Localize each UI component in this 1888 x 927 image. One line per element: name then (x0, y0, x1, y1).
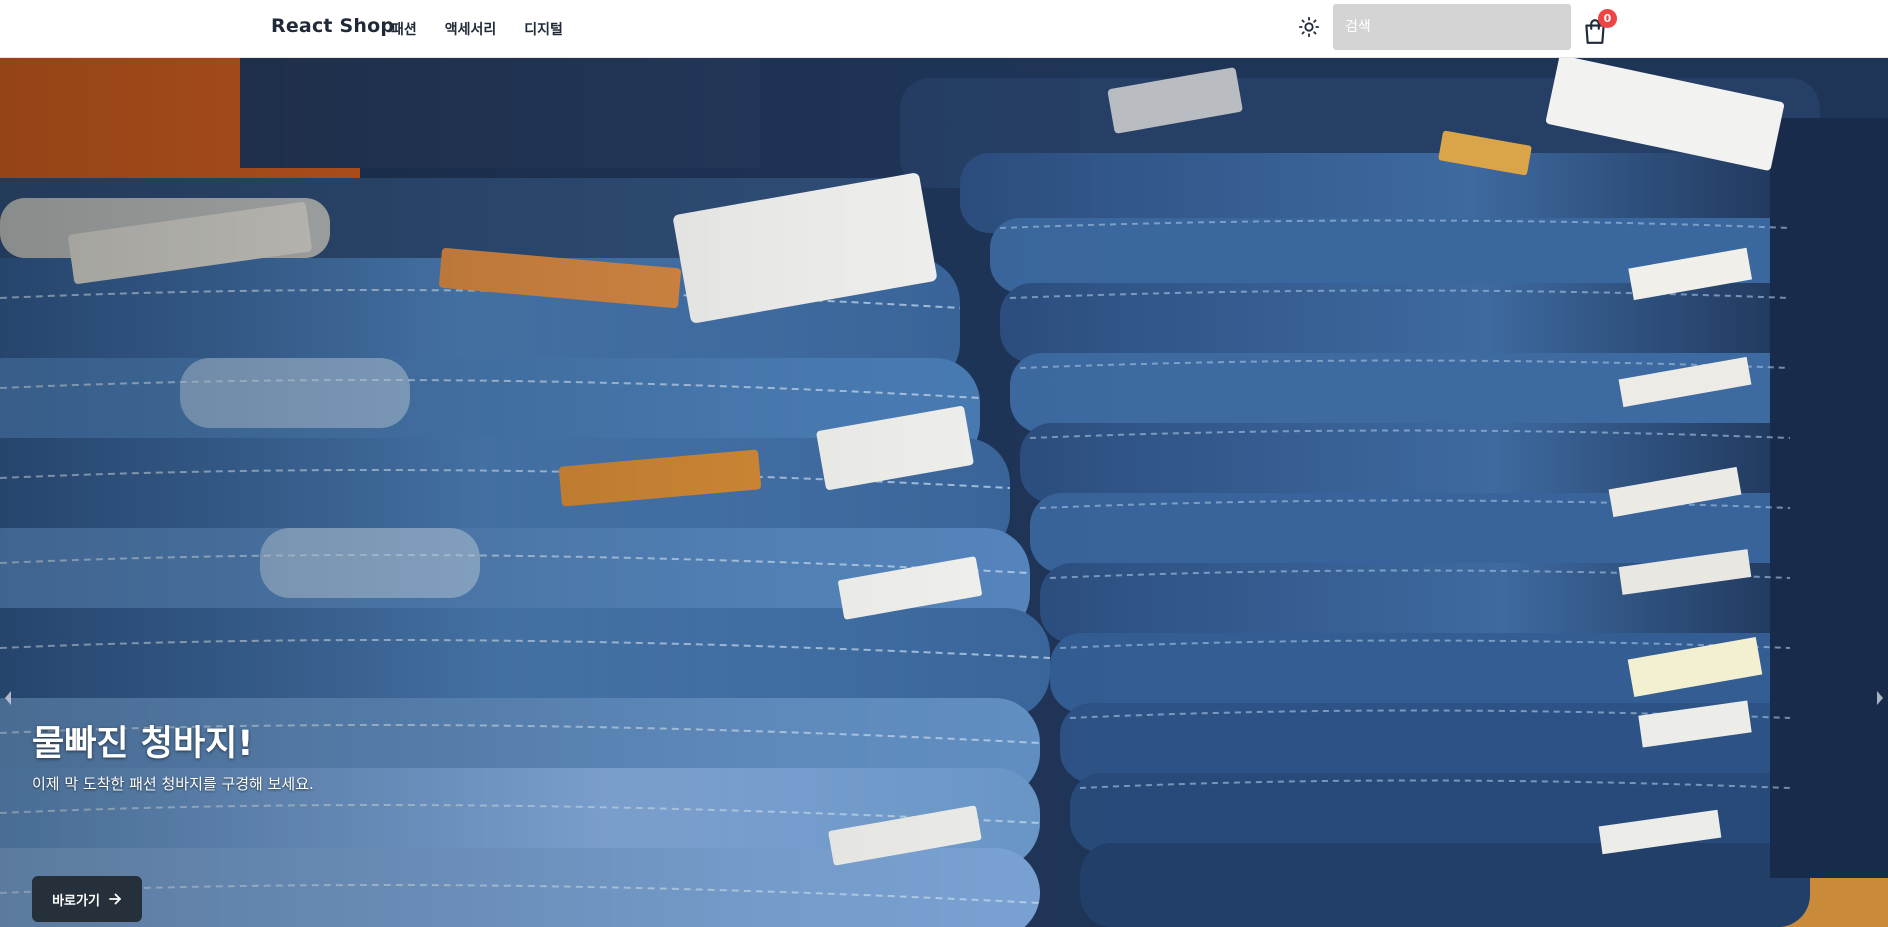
search-input[interactable] (1333, 4, 1571, 50)
nav-link-fashion[interactable]: 패션 (391, 19, 417, 39)
hero-subtitle: 이제 막 도착한 패션 청바지를 구경해 보세요. (32, 775, 314, 793)
hero-title: 물빠진 청바지! (32, 724, 254, 764)
shop-now-label: 바로가기 (52, 893, 100, 909)
cart-count-badge: 0 (1598, 9, 1617, 28)
shop-now-button[interactable]: 바로가기 (32, 876, 142, 922)
nav-menu: 패션 액세서리 디지털 (391, 19, 563, 39)
nav-link-digital[interactable]: 디지털 (524, 19, 563, 39)
hero-caption: 물빠진 청바지! 이제 막 도착한 패션 청바지를 구경해 보세요. 바로가기 (32, 722, 314, 922)
hero-carousel: 물빠진 청바지! 이제 막 도착한 패션 청바지를 구경해 보세요. 바로가기 (0, 58, 1888, 927)
nav-link-accessory[interactable]: 액세서리 (445, 19, 497, 39)
theme-toggle-button[interactable] (1296, 14, 1322, 40)
navbar: React Shop 패션 액세서리 디지털 0 (0, 0, 1888, 58)
caret-right-icon (1877, 691, 1883, 705)
hero-overlay (0, 58, 1888, 927)
brand-logo[interactable]: React Shop (271, 15, 394, 37)
carousel-next-button[interactable] (1872, 686, 1888, 710)
sun-icon (1298, 16, 1320, 38)
arrow-right-icon (109, 893, 121, 905)
carousel-prev-button[interactable] (0, 686, 16, 710)
cart-button[interactable]: 0 (1582, 9, 1618, 46)
caret-left-icon (5, 691, 11, 705)
